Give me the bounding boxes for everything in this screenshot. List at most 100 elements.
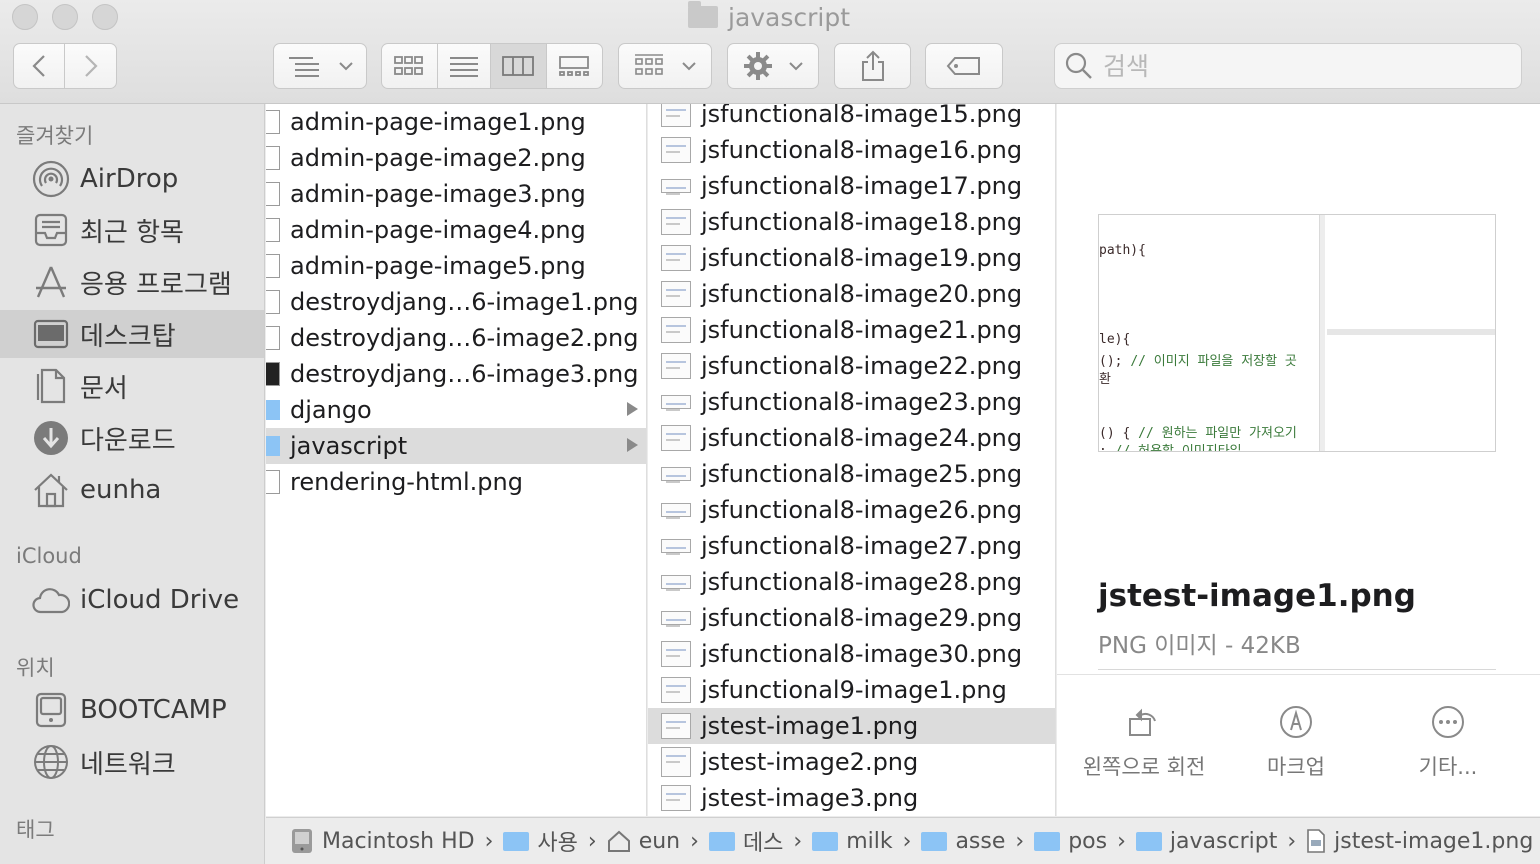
arrange-button[interactable] — [618, 43, 712, 89]
column-view-button[interactable] — [491, 44, 547, 88]
folder-icon — [1034, 831, 1061, 851]
list-item[interactable]: destroydjang…6-image1.png — [266, 284, 646, 320]
image-thumbnail-icon — [661, 395, 691, 411]
list-item[interactable]: jsfunctional8-image20.png — [648, 276, 1055, 312]
list-item[interactable]: jsfunctional8-image22.png — [648, 348, 1055, 384]
list-item[interactable]: jsfunctional8-image17.png — [648, 168, 1055, 204]
sidebar-item-home[interactable]: eunha — [0, 466, 264, 514]
list-item[interactable]: rendering-html.png — [266, 464, 646, 500]
path-crumb[interactable]: asse — [921, 829, 1005, 854]
list-item[interactable]: admin-page-image2.png — [266, 140, 646, 176]
gallery-view-button[interactable] — [547, 44, 602, 88]
path-separator-icon: › — [1287, 828, 1297, 854]
airdrop-icon — [32, 160, 70, 198]
rotate-left-button[interactable]: 왼쪽으로 회전 — [1069, 705, 1219, 781]
chevron-down-icon — [339, 61, 353, 70]
path-separator-icon: › — [484, 828, 494, 854]
list-item[interactable]: admin-page-image5.png — [266, 248, 646, 284]
share-button[interactable] — [834, 43, 911, 89]
image-thumbnail-icon — [661, 245, 691, 271]
list-item[interactable]: jsfunctional8-image28.png — [648, 564, 1055, 600]
path-crumb[interactable]: 데스 — [708, 825, 783, 857]
action-menu-button[interactable] — [727, 43, 819, 89]
sidebar-item-applications[interactable]: 응용 프로그램 — [0, 258, 264, 306]
list-item[interactable]: jsfunctional8-image25.png — [648, 456, 1055, 492]
list-item[interactable]: admin-page-image3.png — [266, 176, 646, 212]
preview-pane: path){ le){ (); // 이미지 파일을 저장할 곳 환 () { … — [1057, 104, 1540, 816]
chevron-down-icon — [789, 61, 803, 70]
icon-view-button[interactable] — [382, 44, 438, 88]
path-crumb[interactable]: milk — [812, 829, 893, 854]
list-item[interactable]: jstest-image3.png — [648, 780, 1055, 816]
folder-icon — [688, 1, 718, 28]
cloud-icon — [32, 581, 70, 619]
sidebar-item-label: 응용 프로그램 — [80, 269, 232, 300]
hard-drive-icon — [292, 829, 312, 853]
list-item[interactable]: jsfunctional8-image23.png — [648, 384, 1055, 420]
list-item[interactable]: admin-page-image1.png — [266, 104, 646, 140]
path-crumb[interactable]: javascript — [1135, 829, 1277, 854]
list-item[interactable]: jsfunctional9-image1.png — [648, 672, 1055, 708]
sidebar-item-icloud-drive[interactable]: iCloud Drive — [0, 576, 264, 624]
list-item[interactable]: jsfunctional8-image15.png — [648, 104, 1055, 132]
window-title: javascript — [688, 1, 851, 32]
sidebar-item-label: 다운로드 — [80, 425, 176, 456]
back-button[interactable] — [14, 44, 66, 88]
path-crumb[interactable]: 사용 — [503, 825, 578, 857]
list-item[interactable]: jsfunctional8-image27.png — [648, 528, 1055, 564]
folder-icon — [921, 831, 948, 851]
edit-tags-button[interactable] — [925, 43, 1003, 89]
chevron-left-icon — [32, 55, 45, 77]
list-item[interactable]: jsfunctional8-image24.png — [648, 420, 1055, 456]
forward-button[interactable] — [65, 44, 116, 88]
folder-item-javascript[interactable]: javascript — [266, 428, 646, 464]
group-by-button[interactable] — [273, 43, 367, 89]
list-item[interactable]: destroydjang…6-image2.png — [266, 320, 646, 356]
image-thumbnail-icon — [661, 785, 691, 811]
sidebar-item-recents[interactable]: 최근 항목 — [0, 206, 264, 254]
list-item[interactable]: jsfunctional8-image26.png — [648, 492, 1055, 528]
path-separator-icon: › — [690, 828, 699, 854]
sidebar-item-label: eunha — [80, 475, 162, 505]
list-item[interactable]: jsfunctional8-image18.png — [648, 204, 1055, 240]
markup-button[interactable]: 마크업 — [1221, 705, 1371, 781]
column-javascript: jsfunctional8-image15.png jsfunctional8-… — [648, 104, 1056, 816]
path-crumb[interactable]: Macintosh HD — [290, 827, 475, 855]
list-item[interactable]: jsfunctional8-image29.png — [648, 600, 1055, 636]
close-window-button[interactable] — [12, 4, 38, 30]
minimize-window-button[interactable] — [52, 4, 78, 30]
list-item[interactable]: jsfunctional8-image21.png — [648, 312, 1055, 348]
sidebar-item-downloads[interactable]: 다운로드 — [0, 414, 264, 462]
divider — [1319, 215, 1325, 451]
folder-item-django[interactable]: django — [266, 392, 646, 428]
zoom-window-button[interactable] — [92, 4, 118, 30]
sidebar-item-bootcamp[interactable]: BOOTCAMP — [0, 686, 264, 734]
more-actions-button[interactable]: 기타... — [1373, 705, 1523, 781]
list-item[interactable]: admin-page-image4.png — [266, 212, 646, 248]
list-view-button[interactable] — [438, 44, 492, 88]
view-mode-control — [381, 43, 603, 89]
sidebar-item-documents[interactable]: 문서 — [0, 362, 264, 410]
preview-file-info: PNG 이미지 - 42KB — [1098, 633, 1301, 659]
path-crumb[interactable]: pos — [1034, 829, 1107, 854]
sidebar-item-network[interactable]: 네트워크 — [0, 738, 264, 786]
code-line: path){ — [1099, 243, 1146, 258]
code-line: 환 — [1099, 372, 1111, 387]
network-icon — [32, 743, 70, 781]
sidebar-item-desktop[interactable]: 데스크탑 — [0, 310, 264, 358]
sidebar-item-airdrop[interactable]: AirDrop — [0, 155, 264, 203]
list-item-selected[interactable]: jstest-image1.png — [648, 708, 1055, 744]
window-title-label: javascript — [728, 2, 851, 32]
search-input[interactable] — [1103, 51, 1483, 81]
home-icon — [32, 471, 70, 509]
folder-icon — [266, 400, 280, 420]
search-field[interactable] — [1054, 43, 1522, 89]
rotate-left-icon — [1129, 708, 1156, 736]
path-crumb[interactable]: jstest-image1.png — [1306, 828, 1533, 854]
list-item[interactable]: jsfunctional8-image16.png — [648, 132, 1055, 168]
list-item[interactable]: jsfunctional8-image30.png — [648, 636, 1055, 672]
list-item[interactable]: jsfunctional8-image19.png — [648, 240, 1055, 276]
list-item[interactable]: destroydjang…6-image3.png — [266, 356, 646, 392]
path-crumb[interactable]: eun — [607, 829, 680, 854]
list-item[interactable]: jstest-image2.png — [648, 744, 1055, 780]
